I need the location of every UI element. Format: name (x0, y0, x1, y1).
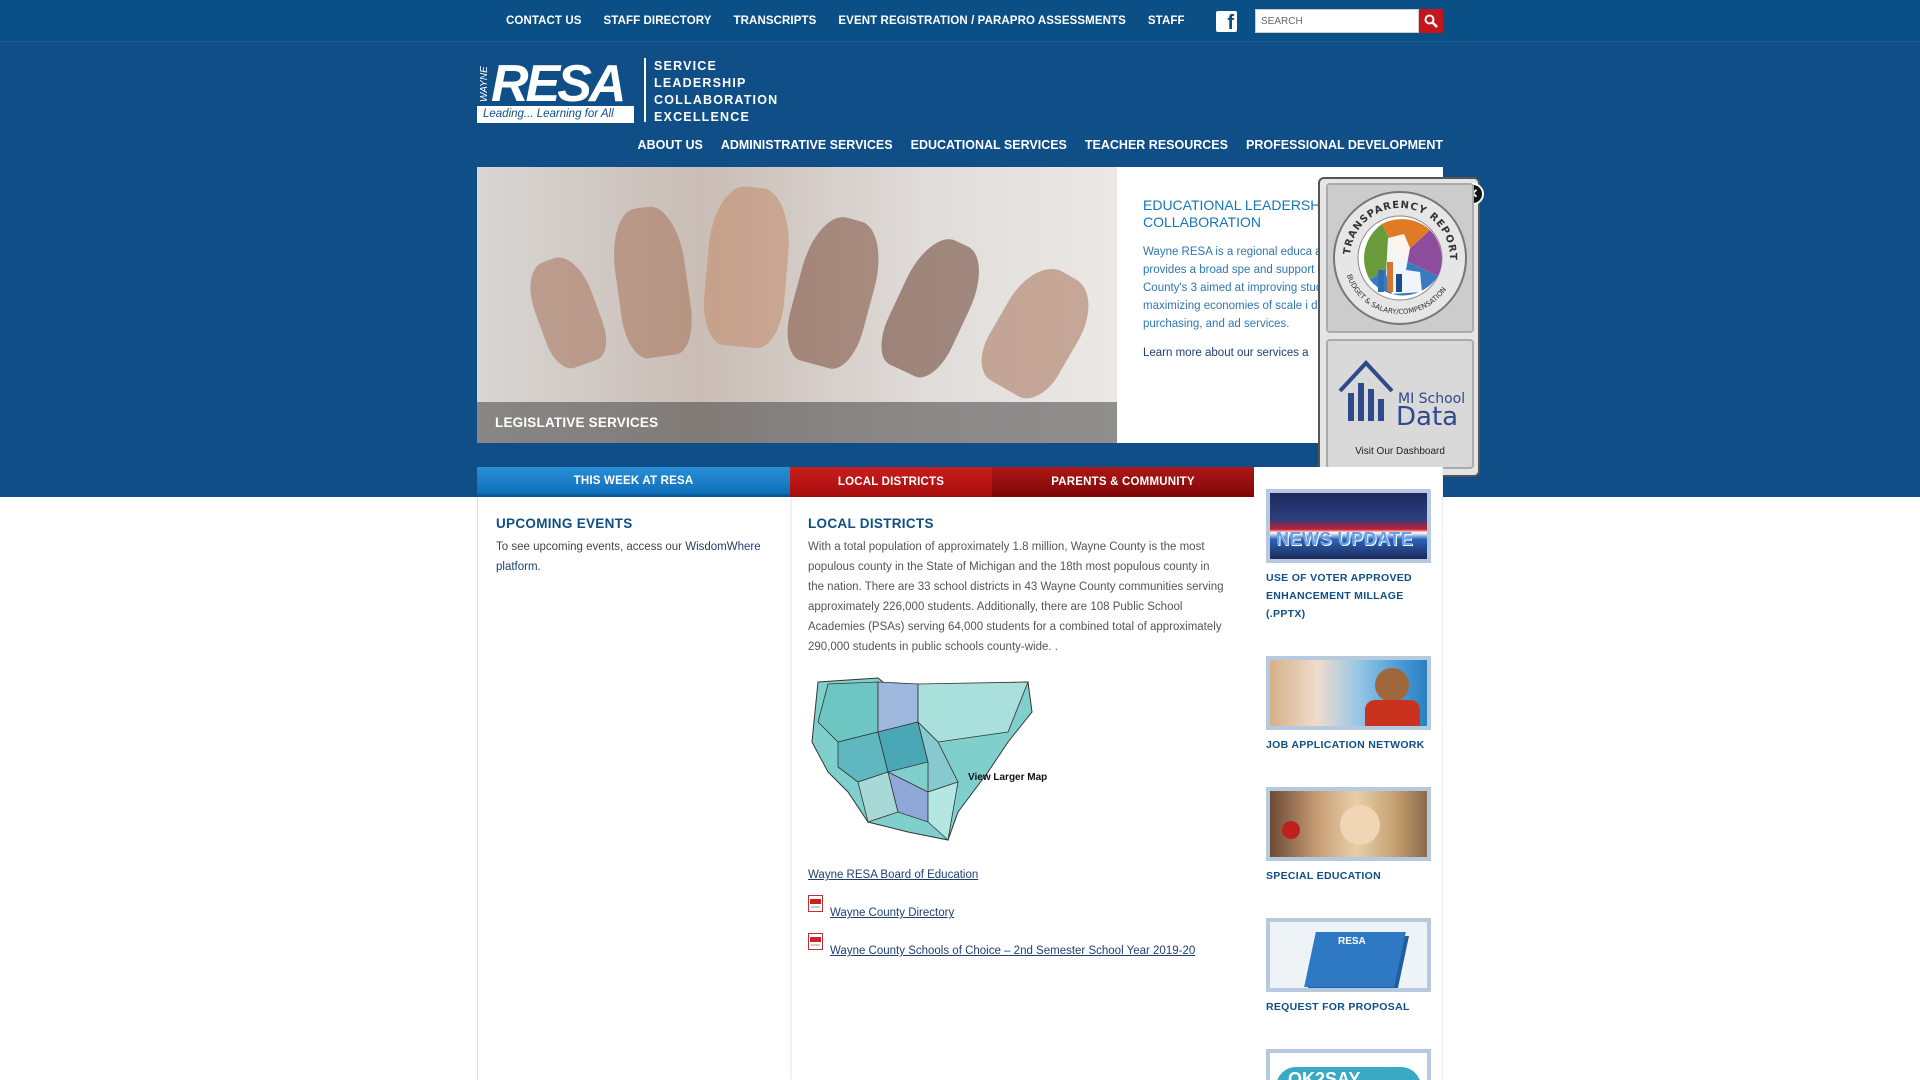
hero-slideshow[interactable]: LEGISLATIVE SERVICES (477, 167, 1117, 443)
job-application-card[interactable]: JOB APPLICATION NETWORK (1266, 656, 1431, 754)
staff-link[interactable]: STAFF (1148, 15, 1185, 27)
logo-mark: WAYNE RESA Leading... Learning for All (477, 55, 634, 123)
pdf-icon (808, 933, 823, 950)
upcoming-events-text: To see upcoming events, access our Wisdo… (496, 537, 781, 577)
local-districts-title: LOCAL DISTRICTS (808, 516, 934, 531)
mi-school-data-icon: MI School Data (1338, 360, 1465, 432)
logo-tagline: Leading... Learning for All (477, 106, 634, 123)
job-application-thumbnail[interactable] (1266, 656, 1431, 730)
millage-caption[interactable]: USE OF VOTER APPROVED ENHANCEMENT MILLAG… (1266, 569, 1431, 623)
ok2say-text: OK2SAY (1288, 1069, 1361, 1080)
upcoming-events-end: . (537, 561, 541, 573)
nav-educational-services[interactable]: EDUCATIONAL SERVICES (911, 138, 1067, 152)
logo-divider (644, 58, 646, 122)
millage-card[interactable]: NEWS UPDATE USE OF VOTER APPROVED ENHANC… (1266, 489, 1431, 623)
nav-about-us[interactable]: ABOUT US (638, 138, 703, 152)
utility-nav: CONTACT US STAFF DIRECTORY TRANSCRIPTS E… (495, 0, 1196, 42)
utility-bar: CONTACT US STAFF DIRECTORY TRANSCRIPTS E… (0, 0, 1920, 42)
transparency-reporting-badge[interactable]: TRANSPARENCY REPORTING BUDGET & SALARY/C… (1326, 183, 1474, 333)
logo-value-service: SERVICE (654, 59, 718, 73)
special-education-caption[interactable]: SPECIAL EDUCATION (1266, 867, 1431, 885)
district-map[interactable]: View Larger Map (808, 672, 1048, 842)
board-of-education-link[interactable]: Wayne RESA Board of Education (808, 869, 978, 881)
contact-us-link[interactable]: CONTACT US (506, 15, 582, 27)
search-button[interactable] (1419, 9, 1443, 33)
logo-value-collaboration: COLLABORATION (654, 93, 779, 107)
teacher-shirt (1365, 700, 1420, 726)
hero-caption-bar: LEGISLATIVE SERVICES (477, 402, 1117, 443)
hero-caption: LEGISLATIVE SERVICES (495, 415, 659, 430)
upcoming-events-panel: UPCOMING EVENTS To see upcoming events, … (477, 497, 790, 1080)
staff-directory-link[interactable]: STAFF DIRECTORY (604, 15, 712, 27)
schools-of-choice-link[interactable]: Wayne County Schools of Choice – 2nd Sem… (830, 945, 1195, 957)
facebook-icon[interactable]: f (1216, 11, 1237, 32)
upcoming-events-title: UPCOMING EVENTS (496, 516, 633, 531)
nav-administrative-services[interactable]: ADMINISTRATIVE SERVICES (721, 138, 893, 152)
transparency-popup: ✕ TRANSPARENCY REPORTING BUDGET & SALARY… (1318, 177, 1484, 477)
rfp-card[interactable]: RESA REQUEST FOR PROPOSAL (1266, 918, 1431, 1016)
event-registration-link[interactable]: EVENT REGISTRATION / PARAPRO ASSESSMENTS (838, 15, 1126, 27)
apple-shape (1282, 821, 1300, 839)
visit-dashboard-label: Visit Our Dashboard (1355, 446, 1445, 457)
mi-school-data-badge[interactable]: MI School Data Visit Our Dashboard (1326, 339, 1474, 469)
county-directory-link[interactable]: Wayne County Directory (830, 907, 954, 919)
logo-values: SERVICE LEADERSHIP COLLABORATION EXCELLE… (654, 58, 778, 126)
nav-teacher-resources[interactable]: TEACHER RESOURCES (1085, 138, 1228, 152)
logo-resa-text: RESA (491, 55, 626, 113)
nav-professional-development[interactable]: PROFESSIONAL DEVELOPMENT (1246, 138, 1443, 152)
job-application-caption[interactable]: JOB APPLICATION NETWORK (1266, 736, 1431, 754)
special-education-thumbnail[interactable] (1266, 787, 1431, 861)
transparency-seal-icon: TRANSPARENCY REPORTING BUDGET & SALARY/C… (1330, 188, 1467, 325)
logo-wayne-text: WAYNE (479, 66, 490, 102)
child-figure (1340, 805, 1380, 845)
featured-links-column: NEWS UPDATE USE OF VOTER APPROVED ENHANC… (1254, 467, 1443, 1080)
tab-local-districts[interactable]: LOCAL DISTRICTS (790, 467, 992, 497)
upcoming-events-intro: To see upcoming events, access our (496, 541, 686, 553)
ok2say-card[interactable]: OK2SAY (1266, 1049, 1431, 1080)
special-education-card[interactable]: SPECIAL EDUCATION (1266, 787, 1431, 885)
tab-parents-community[interactable]: PARENTS & COMMUNITY (992, 467, 1254, 497)
wayne-resa-logo[interactable]: WAYNE RESA Leading... Learning for All S… (477, 55, 778, 126)
transcripts-link[interactable]: TRANSCRIPTS (734, 15, 817, 27)
rfp-caption[interactable]: REQUEST FOR PROPOSAL (1266, 998, 1431, 1016)
logo-value-leadership: LEADERSHIP (654, 76, 747, 90)
pdf-icon (808, 895, 823, 912)
news-update-thumbnail[interactable]: NEWS UPDATE (1266, 489, 1431, 563)
main-nav: ABOUT US ADMINISTRATIVE SERVICES EDUCATI… (620, 138, 1443, 152)
wayne-county-map-icon (811, 677, 1033, 841)
local-districts-text: With a total population of approximately… (808, 541, 1224, 653)
ok2say-thumbnail[interactable]: OK2SAY (1266, 1049, 1431, 1080)
search-icon (1424, 14, 1438, 28)
news-update-text: NEWS UPDATE (1276, 529, 1414, 549)
search-input[interactable] (1255, 9, 1419, 33)
local-districts-panel: LOCAL DISTRICTS With a total population … (792, 497, 1254, 1080)
view-larger-map-label: View Larger Map (968, 772, 1048, 783)
rfp-thumbnail[interactable]: RESA (1266, 918, 1431, 992)
content-tabs: THIS WEEK AT RESA LOCAL DISTRICTS PARENT… (477, 467, 1254, 497)
teacher-figure (1375, 668, 1409, 702)
logo-value-excellence: EXCELLENCE (654, 110, 751, 124)
rfp-folder-label: RESA (1338, 936, 1366, 947)
tab-this-week[interactable]: THIS WEEK AT RESA (477, 467, 790, 497)
mi-line2: Data (1396, 402, 1458, 432)
